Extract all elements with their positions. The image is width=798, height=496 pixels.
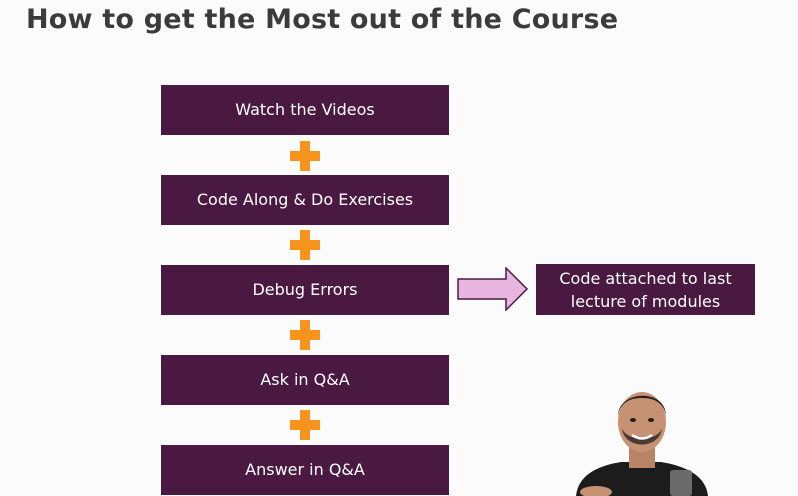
slide-title: How to get the Most out of the Course (26, 4, 619, 35)
plus-icon (290, 410, 320, 440)
right-arrow-icon (457, 267, 529, 311)
plus-icon (290, 230, 320, 260)
step-watch-videos: Watch the Videos (161, 85, 449, 135)
presenter-video-overlay (576, 392, 708, 496)
note-code-attached: Code attached to last lecture of modules (536, 264, 755, 315)
step-answer-qa: Answer in Q&A (161, 445, 449, 495)
plus-icon (290, 320, 320, 350)
step-code-along: Code Along & Do Exercises (161, 175, 449, 225)
plus-icon (290, 141, 320, 171)
step-ask-qa: Ask in Q&A (161, 355, 449, 405)
step-debug-errors: Debug Errors (161, 265, 449, 315)
